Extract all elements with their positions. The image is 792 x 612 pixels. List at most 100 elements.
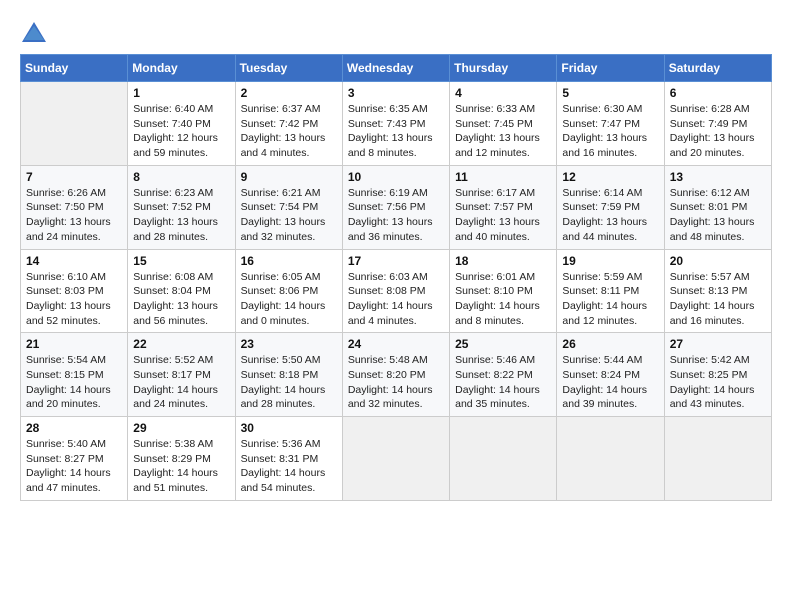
day-info: Sunrise: 5:50 AMSunset: 8:18 PMDaylight:… bbox=[241, 353, 337, 412]
calendar-week-5: 28 Sunrise: 5:40 AMSunset: 8:27 PMDayligh… bbox=[21, 417, 772, 501]
day-number: 22 bbox=[133, 337, 229, 351]
day-number: 28 bbox=[26, 421, 122, 435]
day-info: Sunrise: 6:40 AMSunset: 7:40 PMDaylight:… bbox=[133, 102, 229, 161]
col-sunday: Sunday bbox=[21, 55, 128, 82]
day-info: Sunrise: 5:36 AMSunset: 8:31 PMDaylight:… bbox=[241, 437, 337, 496]
day-number: 9 bbox=[241, 170, 337, 184]
day-number: 21 bbox=[26, 337, 122, 351]
day-info: Sunrise: 6:19 AMSunset: 7:56 PMDaylight:… bbox=[348, 186, 444, 245]
day-number: 16 bbox=[241, 254, 337, 268]
calendar-cell bbox=[664, 417, 771, 501]
day-info: Sunrise: 6:08 AMSunset: 8:04 PMDaylight:… bbox=[133, 270, 229, 329]
day-number: 14 bbox=[26, 254, 122, 268]
day-info: Sunrise: 5:46 AMSunset: 8:22 PMDaylight:… bbox=[455, 353, 551, 412]
day-info: Sunrise: 5:38 AMSunset: 8:29 PMDaylight:… bbox=[133, 437, 229, 496]
day-number: 19 bbox=[562, 254, 658, 268]
logo bbox=[20, 20, 52, 48]
day-number: 20 bbox=[670, 254, 766, 268]
day-info: Sunrise: 5:59 AMSunset: 8:11 PMDaylight:… bbox=[562, 270, 658, 329]
header-row: Sunday Monday Tuesday Wednesday Thursday… bbox=[21, 55, 772, 82]
day-info: Sunrise: 6:05 AMSunset: 8:06 PMDaylight:… bbox=[241, 270, 337, 329]
day-number: 15 bbox=[133, 254, 229, 268]
day-info: Sunrise: 5:44 AMSunset: 8:24 PMDaylight:… bbox=[562, 353, 658, 412]
calendar-cell: 25 Sunrise: 5:46 AMSunset: 8:22 PMDayligh… bbox=[450, 333, 557, 417]
day-number: 7 bbox=[26, 170, 122, 184]
day-number: 8 bbox=[133, 170, 229, 184]
day-number: 1 bbox=[133, 86, 229, 100]
day-info: Sunrise: 6:30 AMSunset: 7:47 PMDaylight:… bbox=[562, 102, 658, 161]
day-number: 11 bbox=[455, 170, 551, 184]
calendar-cell: 29 Sunrise: 5:38 AMSunset: 8:29 PMDayligh… bbox=[128, 417, 235, 501]
calendar-cell: 5 Sunrise: 6:30 AMSunset: 7:47 PMDaylight… bbox=[557, 82, 664, 166]
calendar-cell: 22 Sunrise: 5:52 AMSunset: 8:17 PMDayligh… bbox=[128, 333, 235, 417]
day-info: Sunrise: 5:40 AMSunset: 8:27 PMDaylight:… bbox=[26, 437, 122, 496]
calendar-cell: 30 Sunrise: 5:36 AMSunset: 8:31 PMDayligh… bbox=[235, 417, 342, 501]
day-number: 26 bbox=[562, 337, 658, 351]
calendar-cell: 6Sunrise: 6:28 AMSunset: 7:49 PMDaylight… bbox=[664, 82, 771, 166]
day-info: Sunrise: 6:21 AMSunset: 7:54 PMDaylight:… bbox=[241, 186, 337, 245]
day-number: 25 bbox=[455, 337, 551, 351]
day-number: 29 bbox=[133, 421, 229, 435]
day-number: 2 bbox=[241, 86, 337, 100]
day-number: 10 bbox=[348, 170, 444, 184]
calendar-cell: 10 Sunrise: 6:19 AMSunset: 7:56 PMDayligh… bbox=[342, 165, 449, 249]
calendar-cell: 11 Sunrise: 6:17 AMSunset: 7:57 PMDayligh… bbox=[450, 165, 557, 249]
day-number: 24 bbox=[348, 337, 444, 351]
day-number: 5 bbox=[562, 86, 658, 100]
calendar-cell bbox=[21, 82, 128, 166]
calendar-cell: 1 Sunrise: 6:40 AMSunset: 7:40 PMDaylight… bbox=[128, 82, 235, 166]
day-number: 3 bbox=[348, 86, 444, 100]
day-number: 23 bbox=[241, 337, 337, 351]
calendar-cell: 2 Sunrise: 6:37 AMSunset: 7:42 PMDaylight… bbox=[235, 82, 342, 166]
day-info: Sunrise: 5:52 AMSunset: 8:17 PMDaylight:… bbox=[133, 353, 229, 412]
day-info: Sunrise: 5:48 AMSunset: 8:20 PMDaylight:… bbox=[348, 353, 444, 412]
calendar-cell bbox=[557, 417, 664, 501]
calendar-cell: 17 Sunrise: 6:03 AMSunset: 8:08 PMDayligh… bbox=[342, 249, 449, 333]
day-number: 30 bbox=[241, 421, 337, 435]
calendar-cell: 27 Sunrise: 5:42 AMSunset: 8:25 PMDayligh… bbox=[664, 333, 771, 417]
day-number: 17 bbox=[348, 254, 444, 268]
calendar-cell: 18Sunrise: 6:01 AMSunset: 8:10 PMDayligh… bbox=[450, 249, 557, 333]
calendar-cell: 26 Sunrise: 5:44 AMSunset: 8:24 PMDayligh… bbox=[557, 333, 664, 417]
calendar-cell bbox=[342, 417, 449, 501]
calendar-body: 1 Sunrise: 6:40 AMSunset: 7:40 PMDaylight… bbox=[21, 82, 772, 501]
day-info: Sunrise: 6:14 AMSunset: 7:59 PMDaylight:… bbox=[562, 186, 658, 245]
calendar-cell: 12 Sunrise: 6:14 AMSunset: 7:59 PMDayligh… bbox=[557, 165, 664, 249]
calendar-cell: 19 Sunrise: 5:59 AMSunset: 8:11 PMDayligh… bbox=[557, 249, 664, 333]
day-info: Sunrise: 6:33 AMSunset: 7:45 PMDaylight:… bbox=[455, 102, 551, 161]
calendar-cell: 14 Sunrise: 6:10 AMSunset: 8:03 PMDayligh… bbox=[21, 249, 128, 333]
day-number: 12 bbox=[562, 170, 658, 184]
calendar-cell: 24 Sunrise: 5:48 AMSunset: 8:20 PMDayligh… bbox=[342, 333, 449, 417]
col-friday: Friday bbox=[557, 55, 664, 82]
day-info: Sunrise: 6:03 AMSunset: 8:08 PMDaylight:… bbox=[348, 270, 444, 329]
day-number: 18 bbox=[455, 254, 551, 268]
day-info: Sunrise: 6:12 AMSunset: 8:01 PMDaylight:… bbox=[670, 186, 766, 245]
calendar-week-2: 7Sunrise: 6:26 AMSunset: 7:50 PMDaylight… bbox=[21, 165, 772, 249]
calendar-cell: 28 Sunrise: 5:40 AMSunset: 8:27 PMDayligh… bbox=[21, 417, 128, 501]
calendar-cell bbox=[450, 417, 557, 501]
calendar-week-3: 14 Sunrise: 6:10 AMSunset: 8:03 PMDayligh… bbox=[21, 249, 772, 333]
col-tuesday: Tuesday bbox=[235, 55, 342, 82]
calendar-cell: 21 Sunrise: 5:54 AMSunset: 8:15 PMDayligh… bbox=[21, 333, 128, 417]
day-info: Sunrise: 6:17 AMSunset: 7:57 PMDaylight:… bbox=[455, 186, 551, 245]
col-wednesday: Wednesday bbox=[342, 55, 449, 82]
day-info: Sunrise: 6:23 AMSunset: 7:52 PMDaylight:… bbox=[133, 186, 229, 245]
day-info: Sunrise: 6:10 AMSunset: 8:03 PMDaylight:… bbox=[26, 270, 122, 329]
calendar-cell: 4Sunrise: 6:33 AMSunset: 7:45 PMDaylight… bbox=[450, 82, 557, 166]
calendar-cell: 13Sunrise: 6:12 AMSunset: 8:01 PMDayligh… bbox=[664, 165, 771, 249]
calendar-cell: 9 Sunrise: 6:21 AMSunset: 7:54 PMDaylight… bbox=[235, 165, 342, 249]
day-number: 27 bbox=[670, 337, 766, 351]
calendar-cell: 20Sunrise: 5:57 AMSunset: 8:13 PMDayligh… bbox=[664, 249, 771, 333]
day-info: Sunrise: 6:28 AMSunset: 7:49 PMDaylight:… bbox=[670, 102, 766, 161]
col-monday: Monday bbox=[128, 55, 235, 82]
calendar-week-1: 1 Sunrise: 6:40 AMSunset: 7:40 PMDaylight… bbox=[21, 82, 772, 166]
calendar-table: Sunday Monday Tuesday Wednesday Thursday… bbox=[20, 54, 772, 501]
day-info: Sunrise: 5:54 AMSunset: 8:15 PMDaylight:… bbox=[26, 353, 122, 412]
calendar-cell: 7Sunrise: 6:26 AMSunset: 7:50 PMDaylight… bbox=[21, 165, 128, 249]
day-info: Sunrise: 5:42 AMSunset: 8:25 PMDaylight:… bbox=[670, 353, 766, 412]
day-info: Sunrise: 6:37 AMSunset: 7:42 PMDaylight:… bbox=[241, 102, 337, 161]
col-thursday: Thursday bbox=[450, 55, 557, 82]
calendar-cell: 16 Sunrise: 6:05 AMSunset: 8:06 PMDayligh… bbox=[235, 249, 342, 333]
logo-icon bbox=[20, 20, 48, 48]
col-saturday: Saturday bbox=[664, 55, 771, 82]
